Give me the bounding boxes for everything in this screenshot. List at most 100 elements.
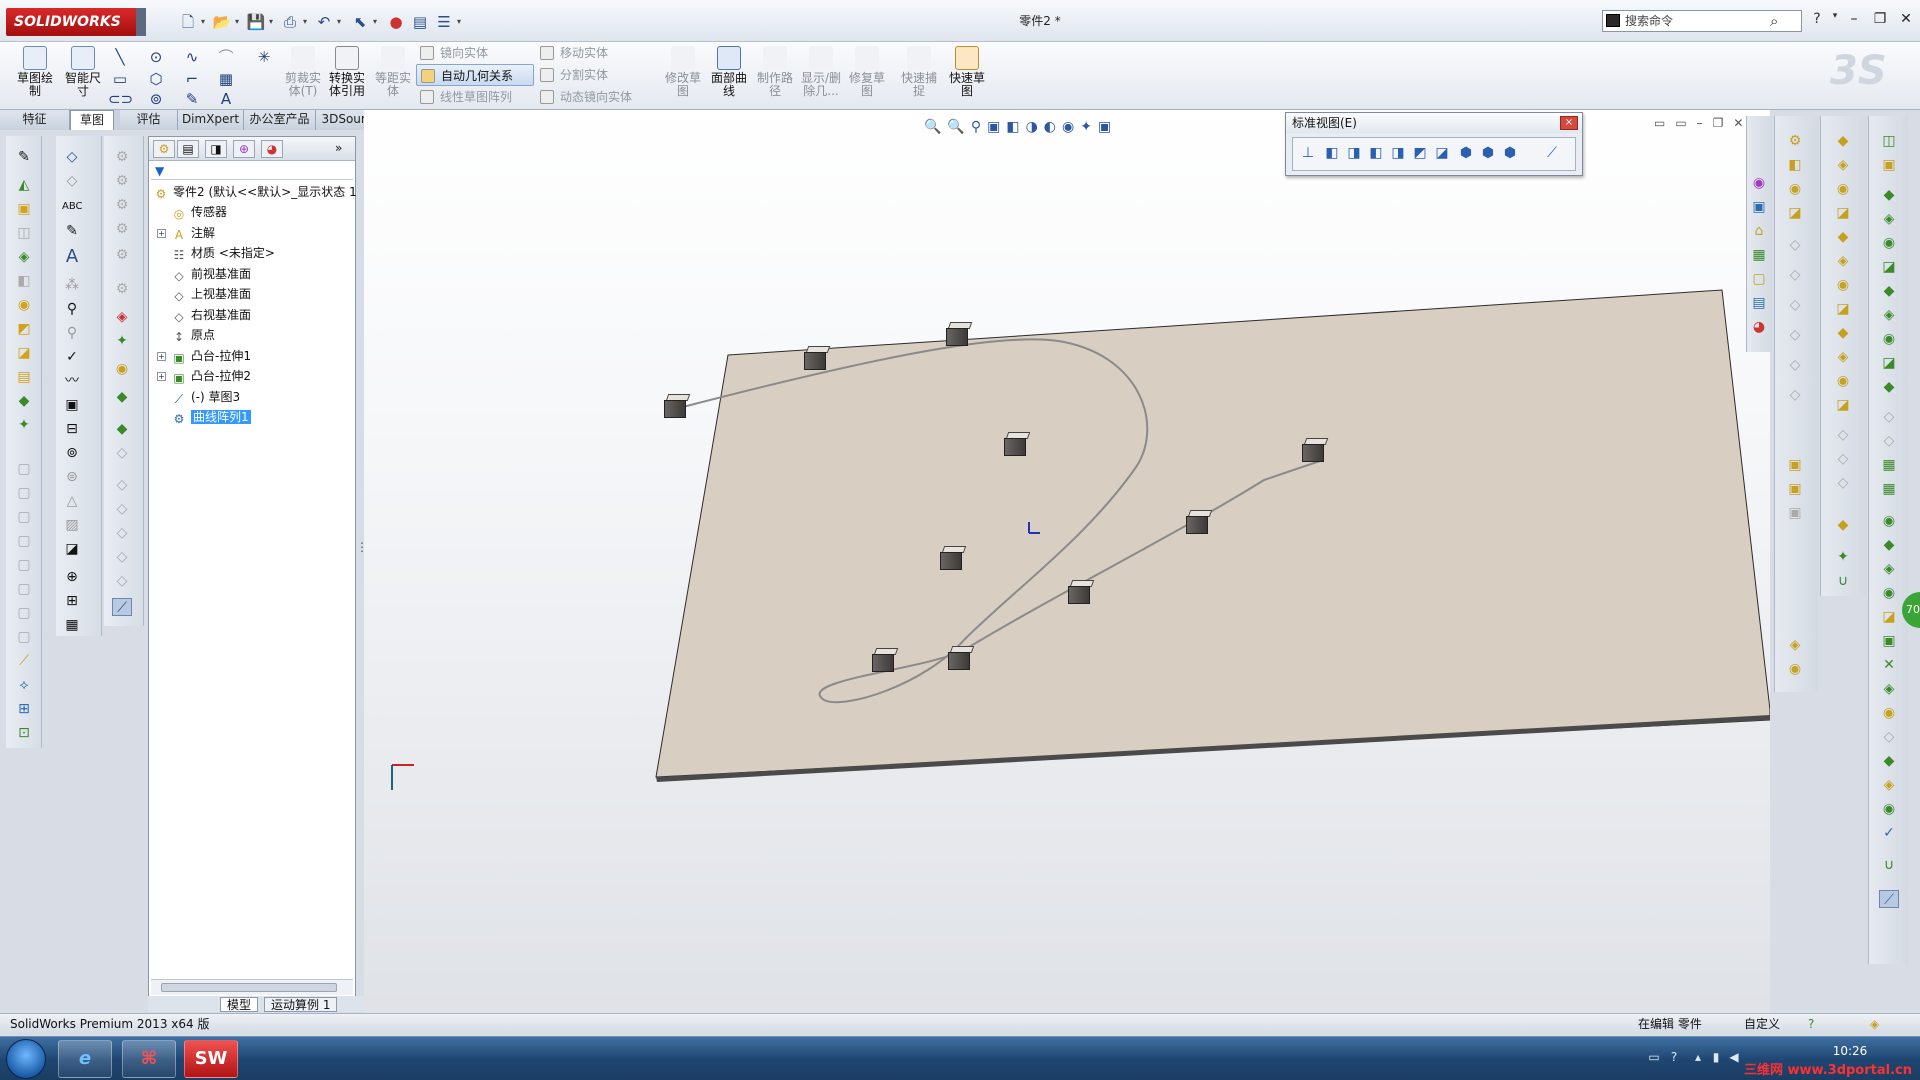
file-explorer-icon[interactable]: ⌂ [1749,222,1769,240]
rt3-icon-24[interactable]: ◉ [1879,704,1899,722]
mirror-entities-button[interactable]: 镜向实体 [416,42,488,64]
text-icon[interactable]: A [214,88,238,110]
rt3-icon-11[interactable]: ◆ [1879,378,1899,396]
rt3-icon-14[interactable]: ▦ [1879,456,1899,474]
tab-motion-study[interactable]: 运动算例 1 [264,997,338,1012]
check-tool-icon[interactable]: ✓ [62,348,82,366]
loft-tool-icon[interactable]: ◧ [14,272,34,290]
table-icon[interactable]: ▦ [62,616,82,634]
quick-snaps-button[interactable]: 快速捕捉 [896,46,942,104]
make-path-button[interactable]: 制作路径 [752,46,798,104]
custom-properties-icon[interactable]: ◕ [1749,318,1769,336]
rt1-icon-15[interactable]: ◉ [1785,660,1805,678]
appearances-icon[interactable]: ▤ [1749,294,1769,312]
resources-icon[interactable]: ◉ [1749,174,1769,192]
rt3-icon-18[interactable]: ◈ [1879,560,1899,578]
graphics-area[interactable]: 🔍🔍⚲▣◧◑◐◉✦▣ ▭▭–❐✕ [364,110,1770,1013]
assembly-tool-12-icon[interactable]: ◇ [112,444,132,462]
assembly-tool-1-icon[interactable]: ⚙ [112,148,132,166]
property-manager-tab-icon[interactable]: ▤ [177,140,199,158]
rt1-icon-11[interactable]: ▣ [1785,456,1805,474]
tree-filter[interactable]: ▼ [151,164,353,180]
spline-icon[interactable]: ∿ [180,46,204,68]
tree-item[interactable]: ↕ 原点 [171,326,215,345]
rt2-icon-6[interactable]: ◈ [1833,252,1853,270]
centermark-icon[interactable]: ⊕ [62,568,82,586]
assembly-tool-10-icon[interactable]: ◆ [112,388,132,406]
block-icon[interactable]: ◪ [62,540,82,558]
rt3-icon-16[interactable]: ◉ [1879,512,1899,530]
start-button[interactable] [6,1039,46,1079]
rectangle-icon[interactable]: ▭ [108,68,132,90]
rt3-icon-19[interactable]: ◉ [1879,584,1899,602]
search-tool-icon[interactable]: ⚲ [62,300,82,318]
tree-item[interactable]: ◎ 传感器 [171,203,227,222]
plane-tool-icon[interactable]: ⟡ [14,676,34,694]
rt2-icon-1[interactable]: ◆ [1833,132,1853,150]
rt3-icon-7[interactable]: ◆ [1879,282,1899,300]
convert-entities-button[interactable]: 转换实体引用 [324,46,370,104]
slot-icon[interactable]: ⊂⊃ [108,88,133,110]
fillet-icon[interactable]: ⌐ [180,68,204,90]
solidworks-app-icon[interactable]: SW [184,1040,238,1078]
wrap-tool-icon[interactable]: ▢ [14,508,34,526]
assembly-tool-7-icon[interactable]: ◈ [112,308,132,326]
isometric-view-icon[interactable]: ⬢ [1457,144,1475,162]
weld-icon[interactable]: ⊚ [62,444,82,462]
expand-toggle-icon[interactable]: + [157,228,166,238]
rt3-icon-1[interactable]: ◫ [1879,132,1899,150]
configuration-tab-icon[interactable]: ◨ [205,140,227,158]
rt3-icon-20[interactable]: ◪ [1879,608,1899,626]
left-view-icon[interactable]: ◧ [1367,144,1385,162]
curve-tool-icon[interactable]: ⟋ [14,652,34,670]
rt3-icon-4[interactable]: ◈ [1879,210,1899,228]
rt2-icon-14[interactable]: ◇ [1833,450,1853,468]
ie-app-icon[interactable]: e [58,1040,112,1078]
assembly-tool-18-icon[interactable]: ⟋ [112,598,132,616]
sketch-tool-icon[interactable]: ✎ [14,148,34,166]
face-curves-button[interactable]: 面部曲线 [706,46,752,104]
rt2-icon-5[interactable]: ◆ [1833,228,1853,246]
dome-tool-icon[interactable]: ▢ [14,484,34,502]
rt3-icon-13[interactable]: ◇ [1879,432,1899,450]
pattern-box[interactable] [1004,432,1031,458]
tab-model[interactable]: 模型 [220,997,259,1012]
trimetric-view-icon[interactable]: ⬢ [1479,144,1497,162]
tree-item[interactable]: + ▣ 凸台-拉伸1 [157,347,251,366]
pattern-box[interactable] [664,394,691,420]
tree-item[interactable]: ☷ 材质 <未指定> [171,244,275,263]
design-library-icon[interactable]: ▣ [1749,198,1769,216]
rt3-icon-27[interactable]: ◈ [1879,776,1899,794]
rt1-icon-12[interactable]: ▣ [1785,480,1805,498]
expand-toggle-icon[interactable]: + [157,372,166,381]
rt2-icon-2[interactable]: ◈ [1833,156,1853,174]
centerline-icon[interactable]: ⊞ [62,592,82,610]
standard-views-close-button[interactable]: × [1560,116,1578,130]
status-rebuild-icon[interactable]: ◈ [1870,1014,1879,1034]
open-dropdown-icon[interactable]: ▾ [232,12,242,32]
assembly-tool-14-icon[interactable]: ◇ [112,500,132,518]
select-dropdown-icon[interactable]: ▾ [370,12,380,32]
tree-item[interactable]: ⟋ (-) 草图3 [171,388,240,407]
assembly-tool-5-icon[interactable]: ⚙ [112,246,132,264]
pattern-box[interactable] [946,322,973,348]
save-icon[interactable]: 💾 [244,12,268,32]
polygon-icon[interactable]: ⬡ [144,68,168,90]
rt1-icon-1[interactable]: ⚙ [1785,132,1805,150]
cut-tool-icon[interactable]: ◩ [14,320,34,338]
search-icon[interactable]: ⌕ [1770,12,1778,30]
panel-expand-icon[interactable]: » [335,141,342,155]
spell-check-icon[interactable]: ABC [62,198,83,216]
rt1-icon-6[interactable]: ◇ [1785,266,1805,284]
circle-icon[interactable]: ⊙ [144,46,168,68]
top-view-icon[interactable]: ◩ [1411,144,1429,162]
minimize-button[interactable]: – [1842,10,1866,30]
pattern-box[interactable] [1302,438,1329,464]
note-icon[interactable]: A [62,248,82,266]
rt3-icon-5[interactable]: ◉ [1879,234,1899,252]
dimxpert-tab-icon[interactable]: ⊕ [233,140,255,158]
scroll-thumb[interactable] [161,983,337,992]
rt3-icon-25[interactable]: ◇ [1879,728,1899,746]
rt3-icon-15[interactable]: ▦ [1879,480,1899,498]
rapid-sketch-button[interactable]: 快速草图 [944,46,990,104]
